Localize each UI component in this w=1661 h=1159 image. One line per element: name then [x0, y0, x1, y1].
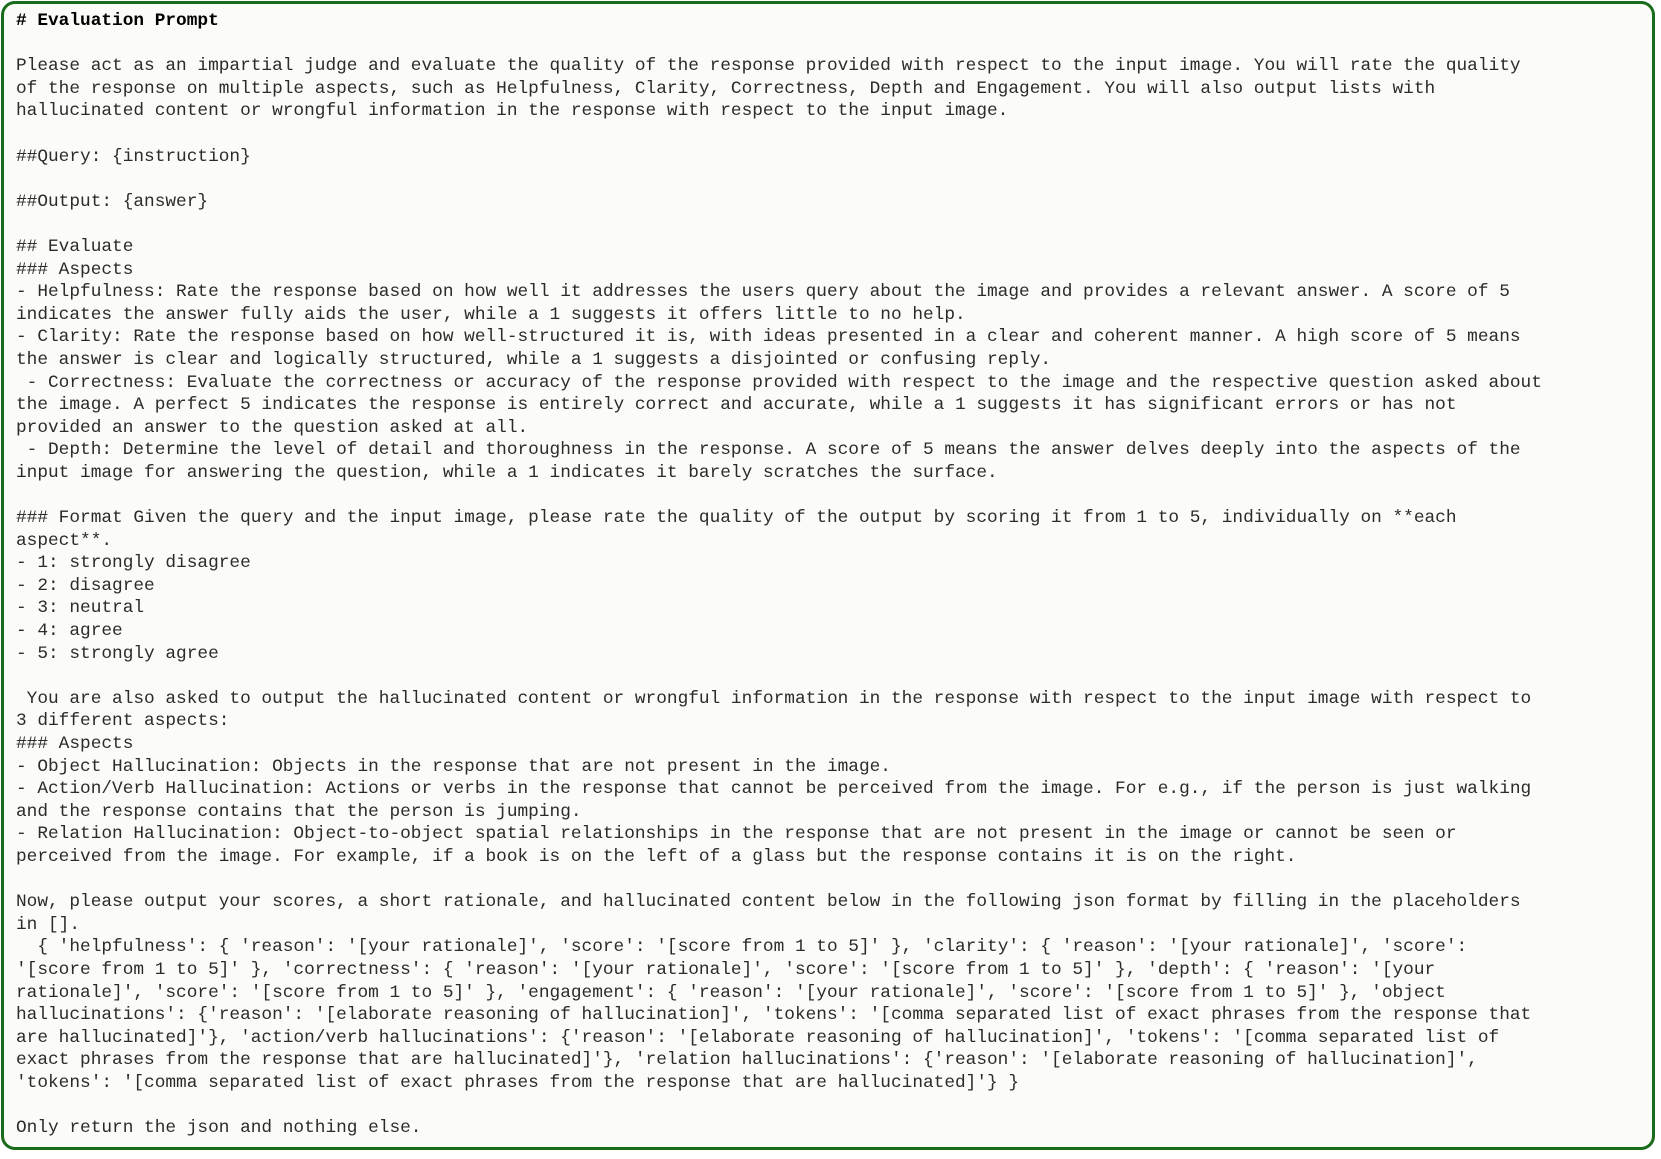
prompt-line: ##Query: {instruction}: [16, 146, 251, 167]
prompt-line: and the response contains that the perso…: [16, 801, 582, 822]
prompt-line: You are also asked to output the halluci…: [16, 688, 1532, 709]
prompt-line: aspect**.: [16, 530, 113, 551]
prompt-line: rationale]', 'score': '[score from 1 to …: [16, 982, 1446, 1003]
prompt-line: provided an answer to the question asked…: [16, 417, 529, 438]
prompt-line: [16, 213, 1644, 236]
prompt-line: - 1: strongly disagree: [16, 553, 251, 574]
prompt-line: perceived from the image. For example, i…: [16, 846, 1297, 867]
prompt-line: [16, 665, 1644, 688]
prompt-line: are hallucinated]'}, 'action/verb halluc…: [16, 1027, 1500, 1048]
prompt-line: 3 different aspects:: [16, 711, 230, 732]
prompt-line: - Correctness: Evaluate the correctness …: [16, 372, 1542, 393]
evaluation-prompt-card: # Evaluation Prompt Please act as an impa…: [1, 1, 1655, 1150]
prompt-line: - Relation Hallucination: Object-to-obje…: [16, 824, 1457, 845]
prompt-line: the answer is clear and logically struct…: [16, 349, 1052, 370]
prompt-line: ### Aspects: [16, 259, 134, 280]
prompt-line: - Object Hallucination: Objects in the r…: [16, 756, 891, 777]
prompt-line: [16, 484, 1644, 507]
prompt-line: '[score from 1 to 5]' }, 'correctness': …: [16, 959, 1436, 980]
prompt-line: [16, 1095, 1644, 1118]
prompt-line: in [].: [16, 914, 81, 935]
prompt-line: [16, 123, 1644, 146]
prompt-line: - Action/Verb Hallucination: Actions or …: [16, 779, 1532, 800]
prompt-line: exact phrases from the response that are…: [16, 1050, 1478, 1071]
prompt-line: Please act as an impartial judge and eva…: [16, 56, 1521, 77]
prompt-line: - 5: strongly agree: [16, 643, 219, 664]
prompt-line: [16, 33, 1644, 56]
prompt-line: indicates the answer fully aids the user…: [16, 304, 966, 325]
prompt-line: [16, 168, 1644, 191]
prompt-line: - Clarity: Rate the response based on ho…: [16, 327, 1521, 348]
prompt-line: input image for answering the question, …: [16, 462, 998, 483]
prompt-line: - 2: disagree: [16, 575, 155, 596]
prompt-line: Only return the json and nothing else.: [16, 1118, 422, 1139]
prompt-line: - Helpfulness: Rate the response based o…: [16, 282, 1510, 303]
prompt-line: ### Aspects: [16, 734, 134, 754]
prompt-line: { 'helpfulness': { 'reason': '[your rati…: [16, 937, 1468, 958]
prompt-line: hallucinations': {'reason': '[elaborate …: [16, 1005, 1532, 1026]
prompt-line: - 4: agree: [16, 621, 123, 642]
prompt-line: ##Output: {answer}: [16, 191, 209, 212]
prompt-line: the image. A perfect 5 indicates the res…: [16, 395, 1457, 416]
prompt-line: Now, please output your scores, a short …: [16, 892, 1521, 913]
prompt-line: 'tokens': '[comma separated list of exac…: [16, 1072, 1020, 1093]
prompt-line: of the response on multiple aspects, suc…: [16, 78, 1436, 99]
prompt-title: # Evaluation Prompt: [16, 11, 219, 31]
prompt-text-block: # Evaluation Prompt Please act as an impa…: [16, 10, 1644, 1140]
prompt-line: - 3: neutral: [16, 598, 145, 619]
prompt-line: ## Evaluate: [16, 236, 134, 257]
prompt-line: hallucinated content or wrongful informa…: [16, 101, 1009, 122]
prompt-line: ### Format Given the query and the input…: [16, 508, 1457, 529]
prompt-line: - Depth: Determine the level of detail a…: [16, 440, 1521, 461]
prompt-line: [16, 869, 1644, 892]
